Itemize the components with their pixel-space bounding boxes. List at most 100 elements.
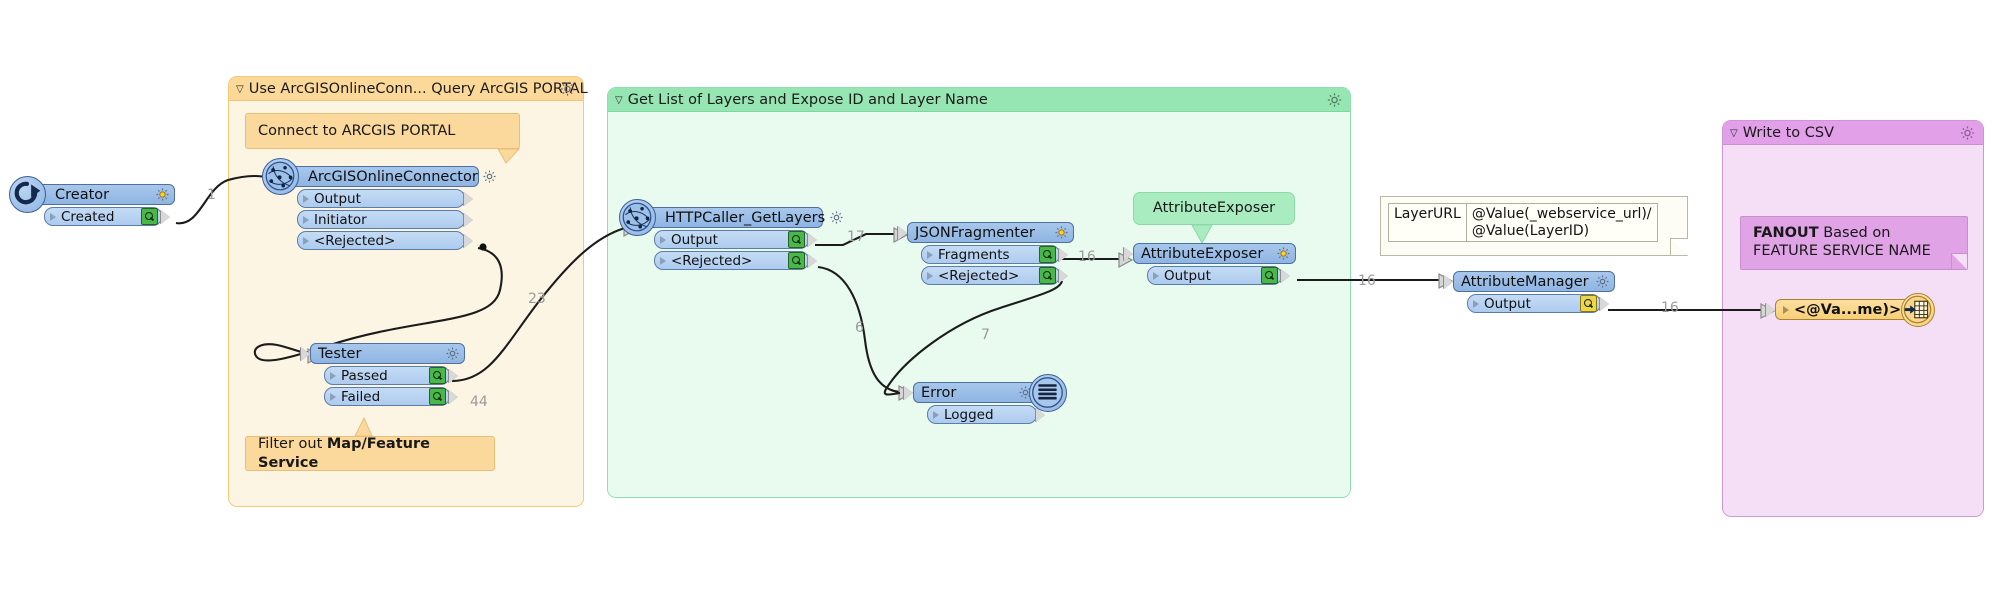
node-title: AttributeManager (1461, 273, 1589, 290)
inspector-magnifier-icon[interactable] (1261, 267, 1278, 284)
output-connector-nub[interactable] (808, 253, 817, 268)
gear-icon[interactable] (1959, 124, 1976, 141)
port-initiator[interactable]: Initiator (297, 210, 473, 229)
workflow-canvas[interactable]: ▽ Use ArcGISOnlineConn... Query ArcGIS P… (0, 0, 1995, 612)
bookmark-get-list-of-layers[interactable]: ▽ Get List of Layers and Expose ID and L… (607, 87, 1351, 498)
inspector-magnifier-icon[interactable] (1580, 295, 1597, 312)
input-connector-nub[interactable] (898, 225, 907, 240)
node-header-creator[interactable]: Creator (9, 176, 175, 213)
node-title: HTTPCaller_GetLayers (665, 209, 826, 226)
wire-count-creator-to-connector: 1 (207, 187, 216, 203)
annotation-filter-out-map-feature-service[interactable]: Filter out Map/Feature Service (245, 436, 495, 471)
node-title: AttributeExposer (1141, 245, 1264, 262)
node-attribute-manager[interactable]: AttributeManager Output (1444, 271, 1615, 313)
node-header-error[interactable]: Error (904, 373, 1067, 412)
inspector-magnifier-icon[interactable] (1039, 267, 1056, 284)
node-csv-writer[interactable]: <@Va...me)> (1766, 292, 1935, 327)
port-label: Logged (944, 406, 994, 423)
gear-icon-active[interactable] (1276, 246, 1291, 261)
port-failed[interactable]: Failed (324, 387, 458, 406)
output-connector-nub[interactable] (449, 368, 458, 383)
input-connector-nub[interactable] (1766, 302, 1775, 317)
node-header-attribute-exposer[interactable]: AttributeExposer (1124, 243, 1296, 264)
annotation-fanout-note[interactable]: FANOUT Based on FEATURE SERVICE NAME (1740, 216, 1968, 270)
port-rejected[interactable]: <Rejected> (297, 231, 473, 250)
node-header-arcgis-online-connector[interactable]: ArcGISOnlineConnector (262, 158, 496, 195)
table-row: LayerURL @Value(_webservice_url)/ @Value… (1388, 202, 1658, 243)
node-creator[interactable]: Creator Created (9, 176, 175, 226)
output-connector-nub[interactable] (1059, 247, 1068, 262)
node-header-jsonfragmenter[interactable]: JSONFragmenter (898, 222, 1074, 243)
port-passed[interactable]: Passed (324, 366, 458, 385)
chevron-down-icon[interactable]: ▽ (1730, 128, 1738, 139)
input-connector-nub[interactable] (1124, 246, 1133, 261)
port-triangle-icon (933, 410, 939, 419)
inspector-magnifier-icon[interactable] (788, 231, 805, 248)
gear-icon[interactable] (1595, 274, 1610, 289)
port-fragments[interactable]: Fragments (921, 245, 1068, 264)
gear-icon[interactable] (1326, 91, 1343, 108)
node-jsonfragmenter[interactable]: JSONFragmenter Fragments <Rejected> (898, 222, 1074, 285)
attribute-table: LayerURL @Value(_webservice_url)/ @Value… (1388, 202, 1658, 243)
port-triangle-icon (1153, 271, 1159, 280)
bookmark-header-get-list-of-layers[interactable]: ▽ Get List of Layers and Expose ID and L… (608, 88, 1350, 112)
output-connector-nub[interactable] (1281, 268, 1290, 283)
node-error[interactable]: Error Logged (904, 373, 1067, 424)
output-connector-nub[interactable] (1600, 296, 1609, 311)
gear-icon-active[interactable] (1054, 225, 1069, 240)
gear-icon[interactable] (445, 346, 460, 361)
node-httpcaller-getlayers[interactable]: HTTPCaller_GetLayers Output <Rejected> (619, 199, 843, 270)
bookmark-header-write-to-csv[interactable]: ▽ Write to CSV (1723, 121, 1983, 145)
input-connector-nub[interactable] (1444, 274, 1453, 289)
inspector-magnifier-icon[interactable] (141, 208, 158, 225)
annotation-attribute-exposer-note[interactable]: AttributeExposer (1133, 192, 1295, 225)
output-connector-nub[interactable] (464, 212, 473, 227)
port-label: <Rejected> (938, 267, 1020, 284)
node-header-tester[interactable]: Tester (301, 343, 465, 364)
annotation-connect-to-arcgis-portal[interactable]: Connect to ARCGIS PORTAL (245, 113, 520, 149)
output-connector-nub[interactable] (1059, 268, 1068, 283)
bookmark-title: Use ArcGISOnlineConn... Query ArcGIS POR… (248, 80, 588, 97)
port-rejected[interactable]: <Rejected> (654, 251, 817, 270)
node-arcgis-online-connector[interactable]: ArcGISOnlineConnector Output Initiator <… (262, 158, 496, 250)
port-output[interactable]: Output (654, 230, 817, 249)
port-triangle-icon (660, 235, 666, 244)
output-connector-nub[interactable] (464, 191, 473, 206)
node-attribute-exposer[interactable]: AttributeExposer Output (1124, 243, 1296, 285)
inspector-magnifier-icon[interactable] (429, 367, 446, 384)
port-output[interactable]: Output (297, 189, 473, 208)
node-header-attribute-manager[interactable]: AttributeManager (1444, 271, 1615, 292)
gear-icon-active[interactable] (155, 187, 170, 202)
input-connector-nub[interactable] (904, 385, 913, 400)
port-output[interactable]: Output (1467, 294, 1609, 313)
input-connector-nub[interactable] (301, 346, 310, 361)
bookmark-title: Write to CSV (1742, 124, 1835, 141)
port-logged[interactable]: Logged (927, 405, 1045, 424)
output-connector-nub[interactable] (161, 209, 170, 224)
output-connector-nub[interactable] (808, 232, 817, 247)
output-connector-nub[interactable] (464, 233, 473, 248)
output-connector-nub[interactable] (449, 389, 458, 404)
layer-url-attribute-table[interactable]: LayerURL @Value(_webservice_url)/ @Value… (1380, 196, 1688, 256)
wire-count-jsonfragmenter-to-attribute-exposer: 16 (1078, 249, 1096, 265)
gear-icon[interactable] (482, 169, 497, 184)
chevron-down-icon[interactable]: ▽ (236, 84, 244, 95)
inspector-magnifier-icon[interactable] (788, 252, 805, 269)
chevron-down-icon[interactable]: ▽ (615, 95, 623, 106)
creator-icon (9, 176, 46, 213)
inspector-magnifier-icon[interactable] (1039, 246, 1056, 263)
port-created[interactable]: Created (44, 207, 170, 226)
bookmark-header-use-arcgis-online-conn[interactable]: ▽ Use ArcGISOnlineConn... Query ArcGIS P… (229, 77, 588, 101)
node-header-csv-writer[interactable]: <@Va...me)> (1766, 292, 1935, 327)
port-triangle-icon (330, 371, 336, 380)
node-header-httpcaller-getlayers[interactable]: HTTPCaller_GetLayers (619, 199, 843, 236)
node-tester[interactable]: Tester Passed Failed (301, 343, 465, 406)
port-triangle-icon (303, 194, 309, 203)
gear-icon[interactable] (829, 210, 844, 225)
gear-icon[interactable] (559, 80, 576, 97)
wire-count-httpcaller-to-jsonfragmenter: 17 (847, 229, 865, 245)
web-connection-icon (262, 158, 299, 195)
port-rejected[interactable]: <Rejected> (921, 266, 1068, 285)
port-output[interactable]: Output (1147, 266, 1290, 285)
inspector-magnifier-icon[interactable] (429, 388, 446, 405)
